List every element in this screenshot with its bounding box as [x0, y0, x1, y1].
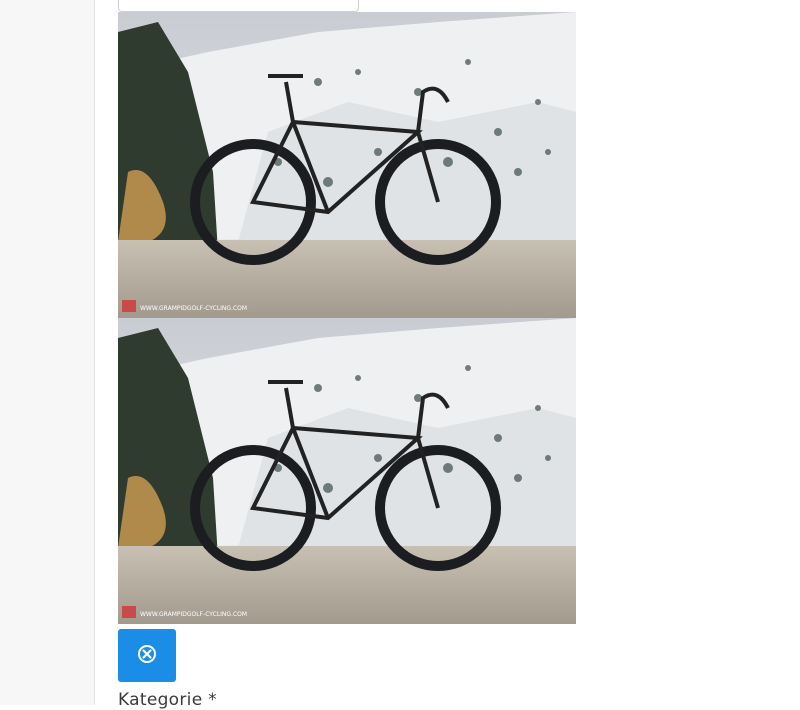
watermark-text: WWW.GRAMPIDGOLF-CYCLING.COM — [140, 305, 247, 312]
sidebar — [0, 0, 95, 705]
text-input[interactable] — [118, 0, 359, 12]
close-circle-icon — [137, 644, 157, 667]
bike-photo: WWW.GRAMPIDGOLF-CYCLING.COM — [118, 12, 576, 318]
category-label: Kategorie * — [118, 690, 217, 710]
main-content: WWW.GRAMPIDGOLF-CYCLING.COM WWW.GRAMPIDG… — [95, 0, 800, 710]
remove-image-button[interactable] — [118, 629, 176, 682]
bike-photo: WWW.GRAMPIDGOLF-CYCLING.COM — [118, 318, 576, 624]
watermark-text: WWW.GRAMPIDGOLF-CYCLING.COM — [140, 611, 247, 618]
bike-photo-svg: WWW.GRAMPIDGOLF-CYCLING.COM — [118, 318, 576, 624]
bike-photo-svg: WWW.GRAMPIDGOLF-CYCLING.COM — [118, 12, 576, 318]
